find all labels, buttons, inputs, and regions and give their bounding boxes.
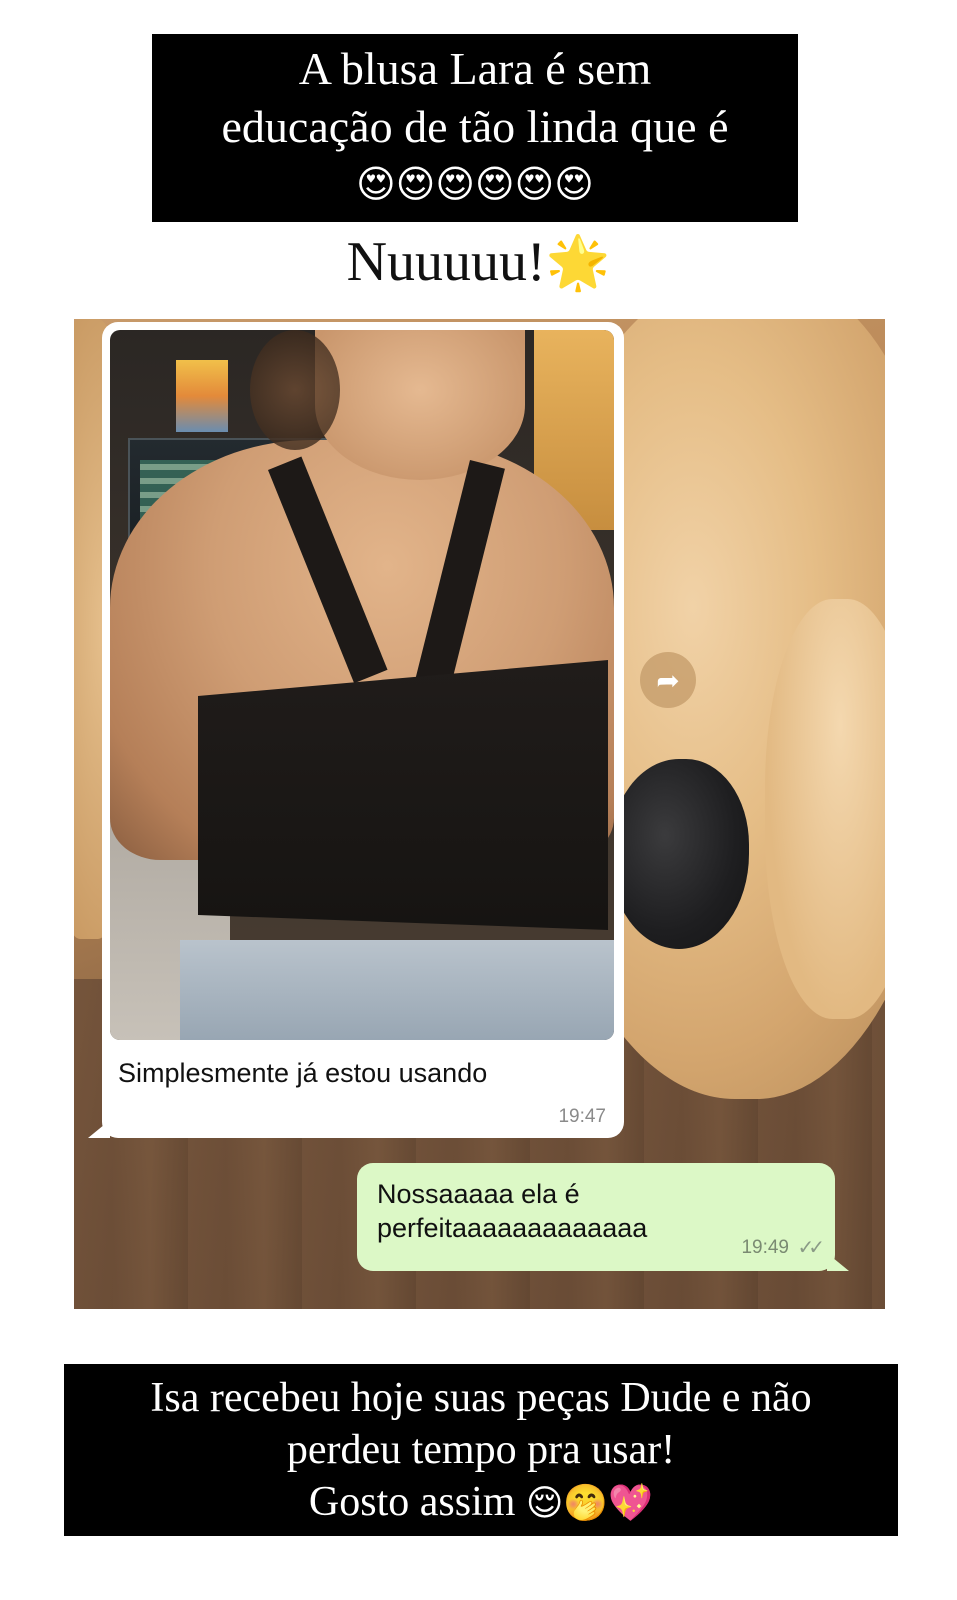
photo-chin bbox=[315, 330, 525, 480]
incoming-message-bubble[interactable]: Simplesmente já estou usando 19:47 bbox=[88, 322, 624, 1138]
headline-text: Nuuuuu! bbox=[346, 231, 546, 293]
bottom-caption-line-1: Isa recebeu hoje suas peças Dude e não bbox=[150, 1375, 812, 1421]
incoming-message-text: Simplesmente já estou usando bbox=[118, 1058, 488, 1088]
double-check-icon: ✓✓ bbox=[797, 1235, 824, 1259]
outgoing-message-bubble[interactable]: Nossaaaaa ela é perfeitaaaaaaaaaaaaa 19:… bbox=[357, 1163, 849, 1271]
message-photo[interactable] bbox=[110, 330, 614, 1040]
dog-paw bbox=[765, 599, 885, 1019]
forward-icon[interactable]: ➦ bbox=[640, 652, 696, 708]
photo-black-top bbox=[198, 660, 608, 930]
top-caption-line-1: A blusa Lara é sem bbox=[298, 43, 652, 94]
dog-nose bbox=[609, 759, 749, 949]
bottom-caption-box: Isa recebeu hoje suas peças Dude e não p… bbox=[64, 1364, 898, 1536]
glowing-star-icon: 🌟 bbox=[545, 233, 611, 293]
bottom-caption-line-3: Gosto assim bbox=[308, 1479, 516, 1525]
photo-hair bbox=[250, 330, 340, 450]
top-caption-line-2: educação de tão linda que é bbox=[221, 101, 729, 152]
bottom-caption-emojis: 😌🤭💖 bbox=[525, 1483, 654, 1524]
photo-poster bbox=[176, 360, 228, 432]
forward-glyph: ➦ bbox=[656, 663, 680, 697]
headline: Nuuuuu!🌟 bbox=[0, 228, 957, 297]
bottom-caption-line-2: perdeu tempo pra usar! bbox=[286, 1427, 676, 1473]
incoming-message-time: 19:47 bbox=[558, 1106, 606, 1127]
bottom-caption-line-3-wrap: Gosto assim 😌🤭💖 bbox=[64, 1476, 898, 1530]
photo-jeans bbox=[180, 940, 614, 1040]
outgoing-message-time: 19:49 bbox=[741, 1237, 789, 1258]
chat-screenshot: ➦ Simplesmente já estou usando 19:47 Nos… bbox=[74, 319, 885, 1309]
outgoing-message-line-1: Nossaaaaa ela é bbox=[377, 1179, 580, 1209]
top-caption-box: A blusa Lara é sem educação de tão linda… bbox=[152, 34, 798, 222]
heart-eyes-emoji-row: 😍😍😍😍😍😍 bbox=[356, 162, 594, 206]
